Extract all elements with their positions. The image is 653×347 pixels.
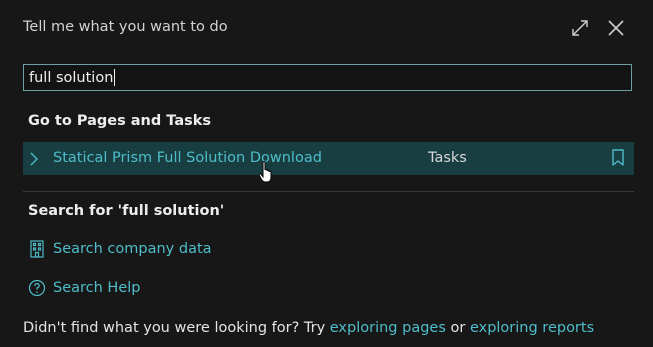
search-help-label: Search Help — [53, 280, 141, 296]
footer-prefix: Didn't find what you were looking for? T… — [23, 320, 330, 336]
exploring-pages-link[interactable]: exploring pages — [330, 320, 446, 336]
search-company-data-label: Search company data — [53, 241, 212, 257]
result-row[interactable]: Statical Prism Full Solution Download Ta… — [23, 142, 634, 175]
bookmark-icon[interactable] — [612, 149, 624, 171]
building-icon — [28, 239, 46, 259]
exploring-reports-link[interactable]: exploring reports — [470, 320, 594, 336]
search-company-data-link[interactable]: Search company data — [28, 239, 212, 259]
expand-button[interactable] — [568, 16, 592, 40]
search-input[interactable]: full solution — [23, 64, 632, 91]
hand-pointer-icon — [258, 160, 274, 188]
search-input-value: full solution — [29, 69, 114, 86]
expand-icon — [572, 20, 588, 36]
close-button[interactable] — [604, 16, 628, 40]
close-icon — [608, 20, 624, 36]
footer-text: Didn't find what you were looking for? T… — [23, 320, 594, 336]
section-heading-search-for: Search for 'full solution' — [28, 203, 225, 219]
dialog-title: Tell me what you want to do — [23, 19, 228, 35]
text-caret — [114, 69, 116, 86]
divider — [23, 191, 634, 192]
result-name-link[interactable]: Statical Prism Full Solution Download — [53, 150, 322, 166]
search-help-link[interactable]: Search Help — [28, 278, 140, 298]
help-circle-icon — [28, 278, 46, 298]
section-heading-pages-tasks: Go to Pages and Tasks — [28, 113, 212, 129]
chevron-right-icon[interactable] — [29, 151, 39, 170]
result-category: Tasks — [428, 150, 467, 166]
footer-middle: or — [445, 320, 470, 336]
